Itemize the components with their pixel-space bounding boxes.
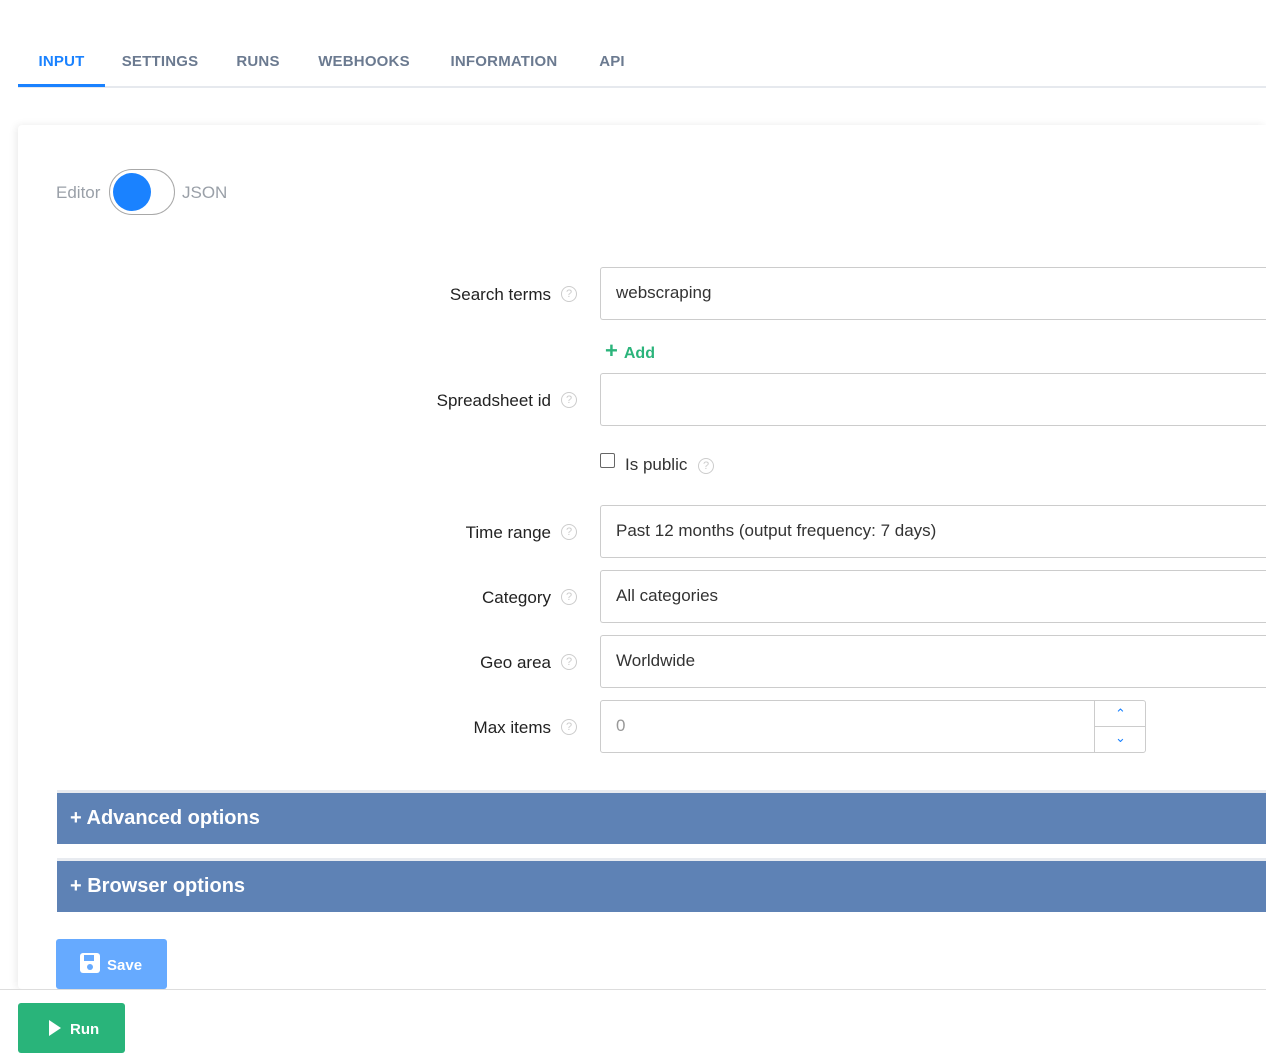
- tab-settings[interactable]: SETTINGS: [118, 40, 202, 84]
- is-public-checkbox[interactable]: [600, 453, 615, 468]
- editor-label: Editor: [56, 183, 101, 202]
- tab-runs[interactable]: RUNS: [232, 40, 284, 84]
- browser-options-section[interactable]: + Browser options: [57, 858, 1266, 912]
- json-label: JSON: [182, 183, 228, 202]
- advanced-options-section[interactable]: + Advanced options: [57, 790, 1266, 844]
- spreadsheet-id-input[interactable]: [600, 373, 1266, 426]
- decrement-chevron-down-icon[interactable]: ⌄: [1094, 727, 1146, 752]
- is-public-label: Is public: [625, 455, 688, 474]
- help-icon[interactable]: ?: [561, 524, 577, 540]
- add-label: Add: [623, 345, 655, 362]
- plus-icon: +: [605, 338, 618, 363]
- geo-area-label: Geo area: [480, 653, 551, 672]
- help-icon[interactable]: ?: [561, 589, 577, 605]
- help-icon[interactable]: ?: [561, 719, 577, 735]
- time-range-select[interactable]: Past 12 months (output frequency: 7 days…: [600, 505, 1266, 558]
- help-icon[interactable]: ?: [561, 392, 577, 408]
- toggle-knob: [113, 173, 151, 211]
- category-select[interactable]: All categories: [600, 570, 1266, 623]
- tab-bar: INPUT SETTINGS RUNS WEBHOOKS INFORMATION…: [18, 40, 1266, 88]
- save-label: Save: [107, 957, 143, 974]
- category-label: Category: [482, 588, 551, 607]
- increment-chevron-up-icon[interactable]: ⌃: [1094, 701, 1146, 727]
- editor-json-toggle[interactable]: [109, 169, 175, 215]
- run-button[interactable]: Run: [18, 1003, 125, 1053]
- spreadsheet-id-label: Spreadsheet id: [436, 391, 551, 410]
- help-icon[interactable]: ?: [561, 286, 577, 302]
- max-items-input[interactable]: 0: [600, 700, 1146, 753]
- search-terms-label: Search terms: [449, 285, 551, 304]
- search-terms-input[interactable]: webscraping: [600, 267, 1266, 320]
- tab-input[interactable]: INPUT: [18, 40, 105, 87]
- tab-webhooks[interactable]: WEBHOOKS: [316, 40, 412, 84]
- tab-api[interactable]: API: [596, 40, 628, 84]
- save-button[interactable]: Save: [56, 939, 167, 989]
- geo-area-select[interactable]: Worldwide: [600, 635, 1266, 688]
- tab-information[interactable]: INFORMATION: [446, 40, 562, 84]
- help-icon[interactable]: ?: [561, 654, 577, 670]
- add-search-term-button[interactable]: + Add: [605, 338, 655, 364]
- help-icon[interactable]: ?: [698, 458, 714, 474]
- max-items-label: Max items: [473, 718, 551, 737]
- bottom-bar: [0, 989, 1266, 1061]
- time-range-label: Time range: [465, 523, 551, 542]
- play-icon: [49, 1020, 61, 1036]
- floppy-disk-icon: [80, 953, 100, 973]
- run-label: Run: [70, 1021, 100, 1038]
